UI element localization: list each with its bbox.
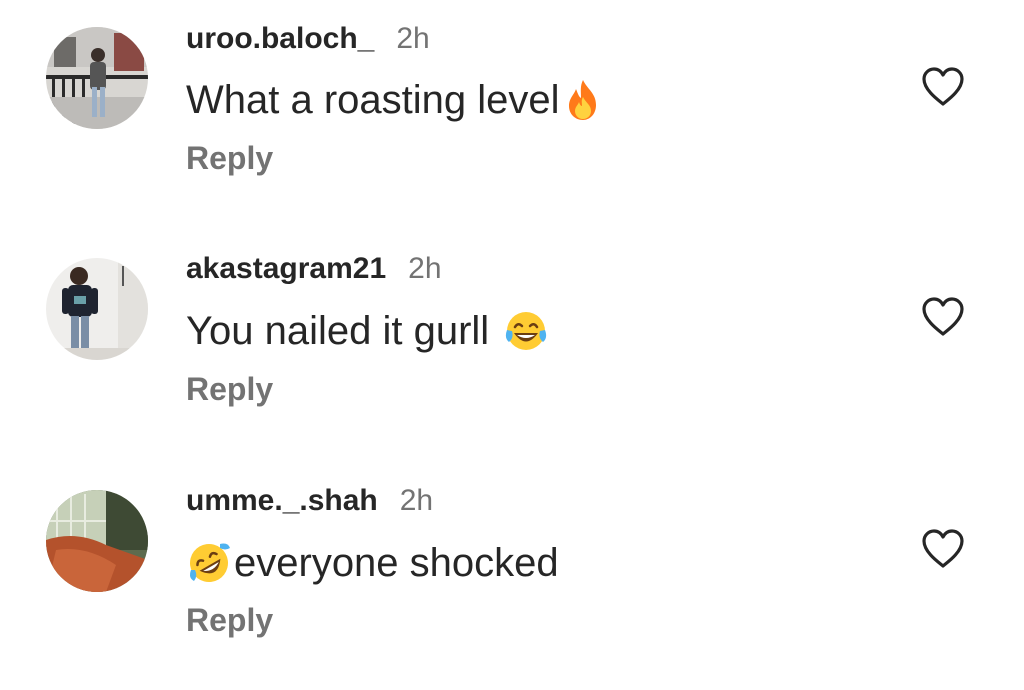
avatar[interactable] xyxy=(46,490,148,592)
comment-body: everyone shocked xyxy=(234,540,559,585)
reply-button[interactable]: Reply xyxy=(186,371,273,408)
comment-item: akastagram21 2h You nailed it gurll Repl… xyxy=(0,230,1024,460)
timestamp: 2h xyxy=(408,252,442,285)
reply-button[interactable]: Reply xyxy=(186,602,273,639)
avatar-photo xyxy=(46,258,148,360)
comment-body: You nailed it gurll xyxy=(186,308,490,353)
comment-text: You nailed it gurll xyxy=(186,307,549,355)
comment-text: everyone shocked xyxy=(186,539,559,587)
timestamp: 2h xyxy=(399,484,434,517)
avatar[interactable] xyxy=(46,27,148,129)
comment-header: uroo.baloch_ 2h xyxy=(186,22,430,58)
username[interactable]: umme._.shah xyxy=(186,484,378,518)
username[interactable]: akastagram21 xyxy=(186,252,386,286)
avatar-photo xyxy=(46,490,148,592)
reply-button[interactable]: Reply xyxy=(186,140,273,177)
avatar-photo xyxy=(46,27,148,129)
fire-emoji-icon xyxy=(560,77,606,123)
rolling-on-floor-laughing-emoji-icon xyxy=(186,540,232,586)
like-heart-icon[interactable] xyxy=(920,295,966,337)
comment-text: What a roasting level xyxy=(186,76,606,124)
comment-header: umme._.shah 2h xyxy=(186,484,433,520)
comment-body: What a roasting level xyxy=(186,77,560,122)
like-heart-icon[interactable] xyxy=(920,65,966,107)
comment-item: uroo.baloch_ 2h What a roasting level Re… xyxy=(0,0,1024,230)
like-heart-icon[interactable] xyxy=(920,527,966,569)
tears-of-joy-emoji-icon xyxy=(503,308,549,354)
comment-header: akastagram21 2h xyxy=(186,252,442,288)
comment-item: umme._.shah 2h everyone shocked Reply xyxy=(0,460,1024,690)
username[interactable]: uroo.baloch_ xyxy=(186,22,374,56)
timestamp: 2h xyxy=(396,22,430,55)
avatar[interactable] xyxy=(46,258,148,360)
